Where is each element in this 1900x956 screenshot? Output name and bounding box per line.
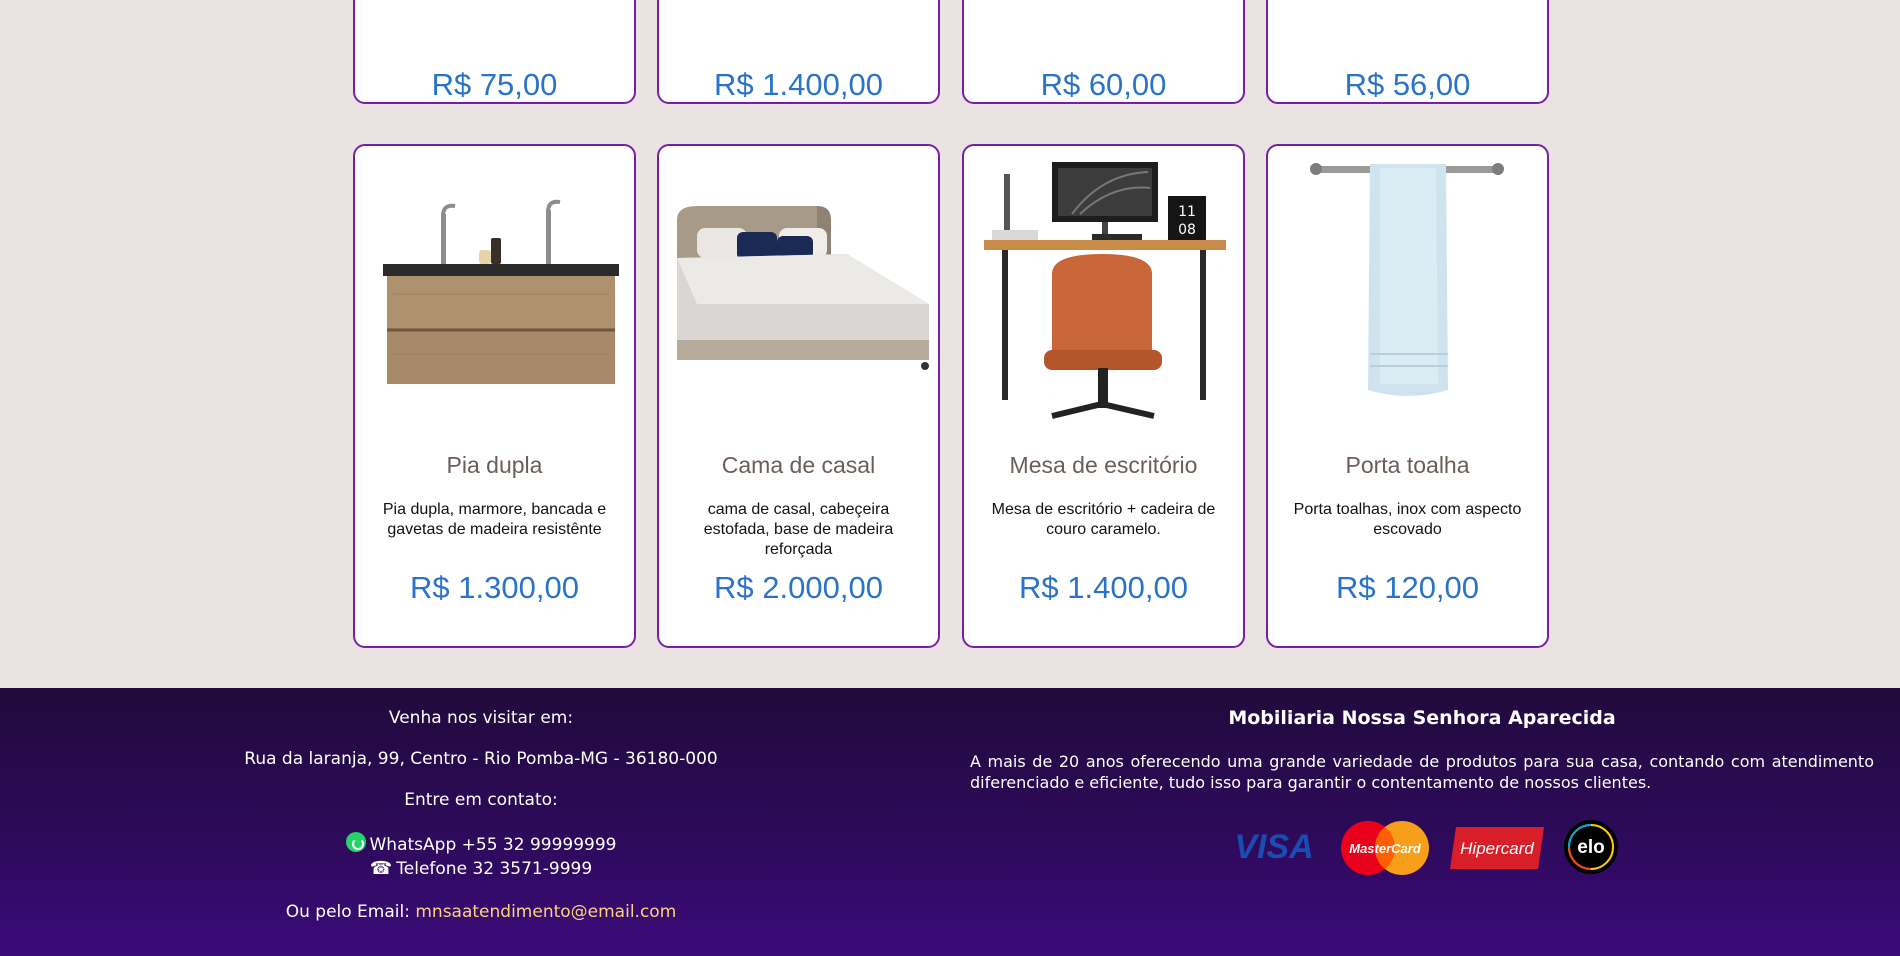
whatsapp-contact[interactable]: WhatsApp +55 32 99999999 <box>0 832 962 855</box>
visa-logo-icon: VISA <box>1234 828 1313 864</box>
product-price: R$ 75,00 <box>431 67 558 102</box>
page: R$ 75,00 R$ 1.400,00 R$ 60,00 R$ 56,00 P… <box>0 0 1900 956</box>
mastercard-logo-icon: MasterCard <box>1341 821 1429 875</box>
product-card[interactable]: R$ 60,00 <box>962 0 1245 104</box>
visit-label: Venha nos visitar em: <box>388 708 574 728</box>
svg-text:08: 08 <box>1178 222 1196 238</box>
product-card[interactable]: R$ 56,00 <box>1266 0 1549 104</box>
hipercard-label: Hipercard <box>1460 839 1534 858</box>
svg-text:11: 11 <box>1178 204 1196 220</box>
towel-rack-image <box>1310 163 1504 396</box>
product-card-porta-toalha[interactable]: Porta toalha Porta toalhas, inox com asp… <box>1266 144 1549 648</box>
hipercard-logo-icon: Hipercard <box>1450 827 1544 869</box>
product-price: R$ 1.400,00 <box>714 67 883 102</box>
footer: Venha nos visitar em: Rua da laranja, 99… <box>0 688 1900 956</box>
product-price: R$ 2.000,00 <box>714 570 883 605</box>
product-name: Cama de casal <box>721 452 876 478</box>
office-desk-chair-image: 11 08 <box>984 162 1226 419</box>
product-description: Pia dupla, marmore, bancada e gavetas de… <box>382 501 607 538</box>
company-about: A mais de 20 anos oferecendo uma grande … <box>970 752 1874 792</box>
phone-number: Telefone 32 3571-9999 <box>396 859 593 879</box>
address: Rua da laranja, 99, Centro - Rio Pomba-M… <box>244 749 718 769</box>
double-bed-image <box>677 206 929 370</box>
email-contact: Ou pelo Email: mnsaatendimento@email.com <box>0 902 962 922</box>
product-description: Mesa de escritório + cadeira de couro ca… <box>991 501 1216 538</box>
company-title: Mobiliaria Nossa Senhora Aparecida <box>1228 707 1616 729</box>
product-description: cama de casal, cabeçeira estofada, base … <box>703 501 894 558</box>
whatsapp-icon <box>345 832 366 852</box>
double-sink-cabinet-image <box>383 199 619 384</box>
whatsapp-number: WhatsApp +55 32 99999999 <box>369 835 617 855</box>
contact-label: Entre em contato: <box>404 790 558 810</box>
product-price: R$ 56,00 <box>1344 67 1471 102</box>
product-name: Pia dupla <box>446 452 543 478</box>
payment-methods: VISA MasterCard Hipercard elo <box>1228 816 1628 876</box>
product-card[interactable]: R$ 1.400,00 <box>657 0 940 104</box>
product-price: R$ 1.400,00 <box>1019 570 1188 605</box>
product-description: Porta toalhas, inox com aspecto escovado <box>1293 501 1522 538</box>
product-price: R$ 1.300,00 <box>410 570 579 605</box>
product-card[interactable]: R$ 75,00 <box>353 0 636 104</box>
product-price: R$ 60,00 <box>1040 67 1167 102</box>
product-name: Mesa de escritório <box>1009 452 1198 478</box>
elo-logo-icon: elo <box>1564 820 1618 874</box>
product-price: R$ 120,00 <box>1335 570 1480 605</box>
email-label: Ou pelo Email: <box>285 902 410 922</box>
product-card-mesa-de-escritorio[interactable]: 11 08 Mesa de escritório Mesa de escritó… <box>962 144 1245 648</box>
telephone-icon: ☎ <box>369 858 393 879</box>
elo-label: elo <box>1577 837 1604 858</box>
phone-contact: ☎ Telefone 32 3571-9999 <box>0 858 962 879</box>
product-card-pia-dupla[interactable]: Pia dupla Pia dupla, marmore, bancada e … <box>353 144 636 648</box>
product-name: Porta toalha <box>1345 452 1470 478</box>
product-card-cama-de-casal[interactable]: Cama de casal cama de casal, cabeçeira e… <box>657 144 940 648</box>
visa-label: VISA <box>1234 828 1313 864</box>
email-link[interactable]: mnsaatendimento@email.com <box>415 902 676 922</box>
mastercard-label: MasterCard <box>1349 841 1422 856</box>
